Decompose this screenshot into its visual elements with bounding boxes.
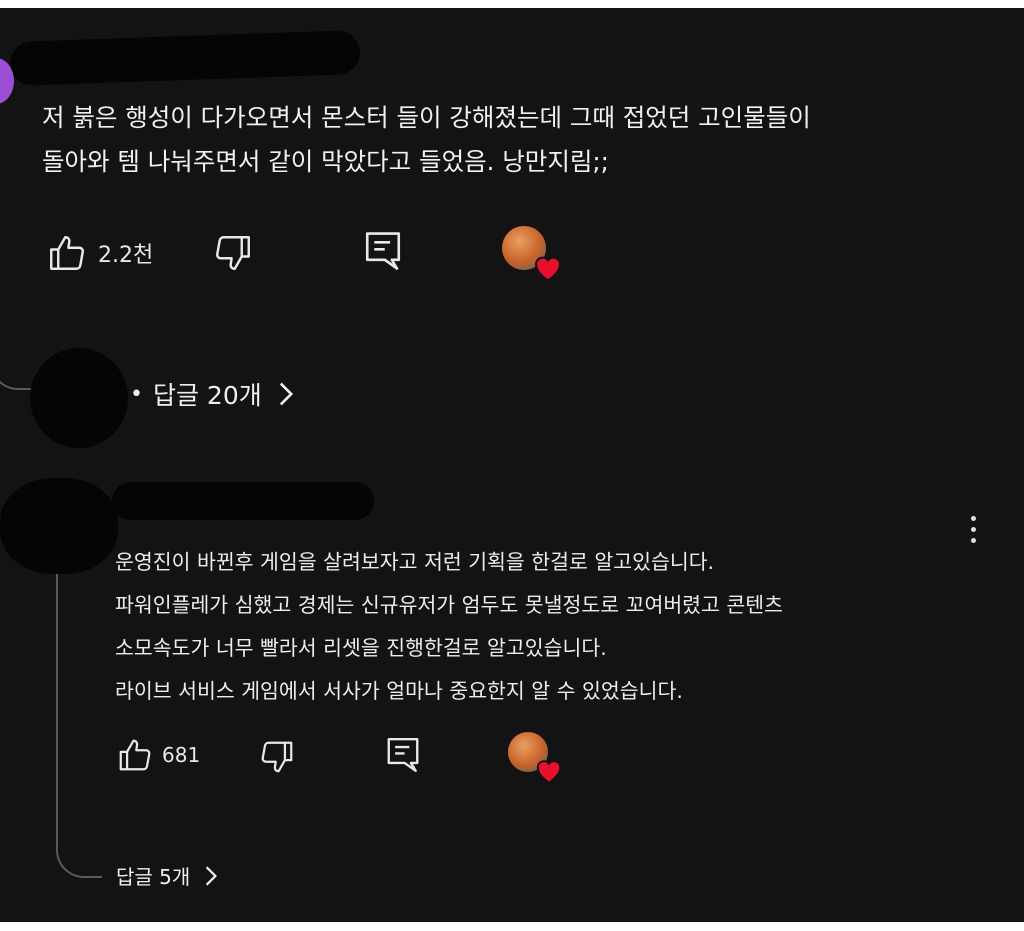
thread-connector xyxy=(0,338,32,390)
thumb-up-icon xyxy=(50,236,84,270)
chevron-right-icon xyxy=(206,865,218,886)
thumb-down-icon xyxy=(261,741,293,773)
like-button[interactable]: 2.2천 xyxy=(46,232,153,274)
like-count: 681 xyxy=(162,743,201,767)
comment-thread: 저 붉은 행성이 다가오면서 몬스터 들이 강해졌는데 그때 접었던 고인물들이… xyxy=(0,8,1024,922)
redacted-avatar xyxy=(30,348,128,448)
view-replies-button[interactable]: 답글 5개 xyxy=(116,861,218,890)
comment-text: 저 붉은 행성이 다가오면서 몬스터 들이 강해졌는데 그때 접었던 고인물들이… xyxy=(42,103,811,176)
reply-button[interactable] xyxy=(384,734,422,776)
reply-button[interactable] xyxy=(362,228,404,274)
comment-text: 운영진이 바뀐후 게임을 살려보자고 저런 기획을 한걸로 알고있습니다. 파워… xyxy=(115,550,783,703)
chevron-right-icon xyxy=(279,382,293,406)
dislike-button[interactable] xyxy=(212,232,254,274)
thumb-up-icon xyxy=(119,739,151,771)
more-vert-icon[interactable] xyxy=(966,516,980,549)
replies-count: 답글 5개 xyxy=(116,865,191,889)
redacted-username xyxy=(9,29,361,87)
creator-heart-icon xyxy=(536,760,562,784)
thread-connector xyxy=(56,574,102,878)
dislike-button[interactable] xyxy=(258,738,296,776)
view-replies-button[interactable]: • 답글 20개 xyxy=(130,376,294,412)
reply-icon xyxy=(387,737,419,773)
creator-heart xyxy=(502,226,566,284)
creator-heart xyxy=(508,732,566,786)
separator-dot: • xyxy=(130,381,143,407)
replies-count: 답글 20개 xyxy=(152,381,262,410)
thumb-down-icon xyxy=(216,236,250,270)
like-count: 2.2천 xyxy=(98,243,154,268)
like-button[interactable]: 681 xyxy=(116,736,200,774)
reply-icon xyxy=(365,232,401,270)
redacted-avatar xyxy=(0,478,118,574)
creator-heart-icon xyxy=(534,256,562,282)
redacted-username xyxy=(112,482,374,520)
